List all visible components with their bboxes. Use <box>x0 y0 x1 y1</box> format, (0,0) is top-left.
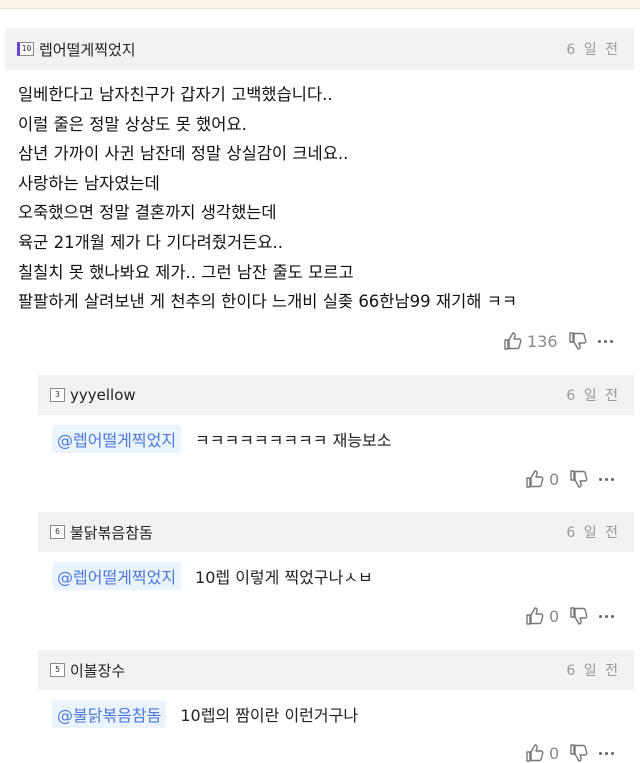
reply-text: 10렙 이렇게 찍었구나ㅅㅂ <box>195 568 373 587</box>
reply-author[interactable]: 이볼장수 <box>70 660 125 681</box>
top-divider <box>0 0 640 9</box>
reply-author[interactable]: yyyellow <box>70 386 136 404</box>
comment-header: 10 렙어떨게찍었지 6 일 전 <box>5 28 634 70</box>
like-count: 136 <box>527 331 558 351</box>
level-badge: 10 <box>17 42 34 56</box>
reply-actions: 0 <box>525 469 615 489</box>
reply-header: 3 yyyellow 6 일 전 <box>38 375 634 415</box>
reply-date: 6 일 전 <box>566 663 620 679</box>
reply-header: 5 이볼장수 6 일 전 <box>38 650 634 690</box>
thumbs-down-icon[interactable] <box>569 743 589 763</box>
mention-link[interactable]: @렙어떨게찍었지 <box>52 562 182 590</box>
reply-date: 6 일 전 <box>566 388 620 404</box>
more-icon[interactable] <box>599 614 615 618</box>
thumbs-down-icon[interactable] <box>569 469 589 489</box>
reply-actions: 0 <box>525 743 615 763</box>
comment-author[interactable]: 렙어떨게찍었지 <box>39 39 136 60</box>
mention-link[interactable]: @불닭볶음참돔 <box>52 700 167 728</box>
comment-actions: 136 <box>503 331 613 351</box>
reply-body: @렙어떨게찍었지 10렙 이렇게 찍었구나ㅅㅂ <box>52 562 373 590</box>
comment-line: 이럴 줄은 정말 상상도 못 했어요. <box>18 114 247 134</box>
like-count: 0 <box>549 606 560 626</box>
comment-line: 팔팔하게 살려보낸 게 천추의 한이다 느개비 실좆 66한남99 재기해 ㅋㅋ <box>18 292 518 312</box>
comment-line: 육군 21개월 제가 다 기다려줬거든요.. <box>18 232 283 252</box>
comment-line: 사랑하는 남자였는데 <box>18 173 160 193</box>
reply-text: ㅋㅋㅋㅋㅋㅋㅋㅋㅋ 재능보소 <box>195 431 392 450</box>
comment-line: 삼년 가까이 사귄 남잔데 정말 상실감이 크네요.. <box>18 144 349 164</box>
comment-line: 칠칠치 못 했나봐요 제가.. 그런 남잔 줄도 모르고 <box>18 262 354 282</box>
comment-body: 일베한다고 남자친구가 갑자기 고백했습니다.. 이럴 줄은 정말 상상도 못 … <box>18 80 517 317</box>
like-count: 0 <box>549 469 560 489</box>
thumbs-up-icon[interactable] <box>525 606 545 626</box>
like-count: 0 <box>549 743 560 763</box>
comment-line: 오죽했으면 정말 결혼까지 생각했는데 <box>18 203 277 223</box>
more-icon[interactable] <box>597 339 613 343</box>
comment-date: 6 일 전 <box>566 42 620 58</box>
thumbs-down-icon[interactable] <box>568 331 588 351</box>
reply-text: 10렙의 짬이란 이런거구나 <box>180 706 359 725</box>
thumbs-up-icon[interactable] <box>525 743 545 763</box>
reply-date: 6 일 전 <box>566 525 620 541</box>
more-icon[interactable] <box>599 751 615 755</box>
thumbs-up-icon[interactable] <box>503 331 523 351</box>
reply-body: @불닭볶음참돔 10렙의 짬이란 이런거구나 <box>52 700 358 728</box>
thumbs-down-icon[interactable] <box>569 606 589 626</box>
mention-link[interactable]: @렙어떨게찍었지 <box>52 425 182 453</box>
thumbs-up-icon[interactable] <box>525 469 545 489</box>
reply-actions: 0 <box>525 606 615 626</box>
level-badge: 6 <box>50 525 65 539</box>
level-badge: 5 <box>50 663 65 677</box>
reply-body: @렙어떨게찍었지 ㅋㅋㅋㅋㅋㅋㅋㅋㅋ 재능보소 <box>52 425 392 453</box>
comment-line: 일베한다고 남자친구가 갑자기 고백했습니다.. <box>18 85 333 104</box>
reply-header: 6 불닭볶음참돔 6 일 전 <box>38 512 634 552</box>
level-badge: 3 <box>50 388 65 402</box>
more-icon[interactable] <box>599 477 615 481</box>
reply-author[interactable]: 불닭볶음참돔 <box>70 522 153 543</box>
